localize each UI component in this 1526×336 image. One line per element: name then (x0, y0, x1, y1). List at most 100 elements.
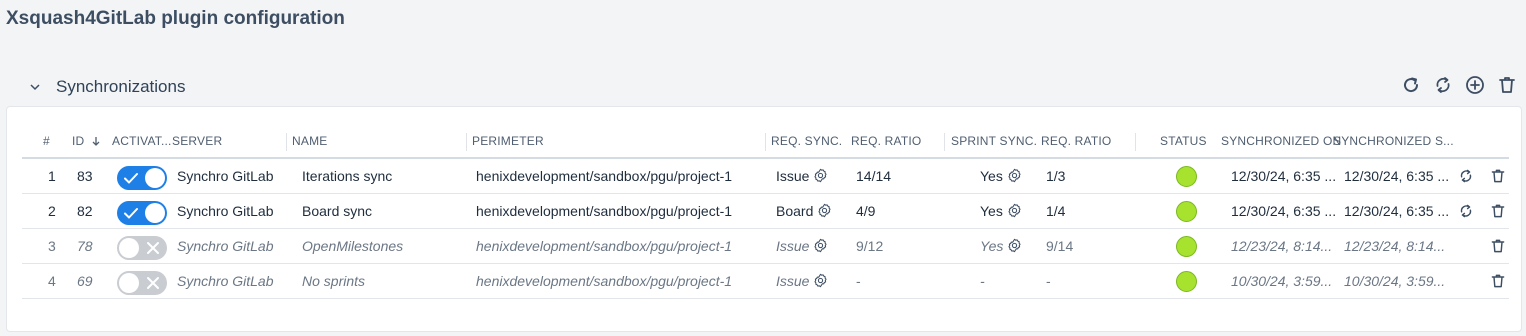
delete-icon[interactable] (1496, 74, 1518, 96)
cell-sprint-sync: Yes (980, 168, 1022, 184)
cell-name: OpenMilestones (302, 238, 404, 254)
cell-synchronized-s: 12/30/24, 6:35 ... (1344, 203, 1450, 219)
cell-synchronized-s: 10/30/24, 3:59... (1344, 273, 1446, 289)
close-icon (145, 275, 161, 291)
table-body: 1 83 Synchro GitLab Iterations sync henixdev… (22, 159, 1509, 299)
toggle-knob (145, 168, 165, 188)
header-name[interactable]: NAME (292, 134, 327, 148)
activation-toggle[interactable] (117, 236, 167, 260)
cell-name: Board sync (302, 203, 373, 219)
cell-req-ratio-2: 9/14 (1046, 238, 1074, 254)
cell-sprint-sync: Yes (980, 203, 1022, 219)
toggle-knob (119, 273, 139, 293)
delete-icon[interactable] (1490, 203, 1506, 219)
cell-server: Synchro GitLab (177, 203, 274, 219)
cell-index: 4 (48, 273, 56, 289)
cell-synchronized-on: 12/30/24, 6:35 ... (1231, 168, 1337, 184)
table-row[interactable]: 2 82 Synchro GitLab Board sync henixdevelopm… (22, 194, 1509, 229)
page-title: Xsquash4GitLab plugin configuration (6, 8, 345, 29)
header-perimeter[interactable]: PERIMETER (472, 134, 544, 148)
header-req-ratio-2[interactable]: REQ. RATIO (1041, 134, 1111, 148)
cell-perimeter: henixdevelopment/sandbox/pgu/project-1 (476, 273, 733, 289)
header-synchronized-s[interactable]: SYNCHRONIZED S... (1333, 134, 1454, 148)
gear-icon[interactable] (813, 168, 828, 183)
section-title: Synchronizations (56, 77, 186, 96)
sync-icon[interactable] (1458, 168, 1474, 184)
cell-index: 2 (48, 203, 56, 219)
synchronizations-table: # ID ACTIVAT... SERVER NAME PERIMETER RE… (22, 125, 1509, 299)
cell-id: 78 (77, 238, 93, 254)
header-synchronized-on[interactable]: SYNCHRONIZED ON (1221, 134, 1341, 148)
cell-req-ratio-2: 1/3 (1046, 168, 1066, 184)
cell-synchronized-on: 12/30/24, 6:35 ... (1231, 203, 1337, 219)
cell-synchronized-on: 10/30/24, 3:59... (1231, 273, 1333, 289)
toggle-knob (119, 238, 139, 258)
chevron-down-icon[interactable] (28, 80, 42, 94)
cell-perimeter: henixdevelopment/sandbox/pgu/project-1 (476, 168, 733, 184)
refresh-icon[interactable] (1400, 74, 1422, 96)
gear-icon[interactable] (817, 203, 832, 218)
gear-icon[interactable] (813, 273, 828, 288)
close-icon (145, 240, 161, 256)
cell-server: Synchro GitLab (177, 273, 274, 289)
cell-perimeter: henixdevelopment/sandbox/pgu/project-1 (476, 203, 733, 219)
delete-icon[interactable] (1490, 273, 1506, 289)
add-icon[interactable] (1464, 74, 1486, 96)
header-server[interactable]: SERVER (172, 134, 222, 148)
header-req-sync[interactable]: REQ. SYNC. (771, 134, 842, 148)
status-indicator (1176, 201, 1197, 222)
header-status[interactable]: STATUS (1160, 134, 1207, 148)
cell-id: 82 (77, 203, 93, 219)
check-icon (123, 205, 139, 221)
header-id[interactable]: ID (72, 134, 101, 148)
header-activated[interactable]: ACTIVAT... (112, 134, 172, 148)
activation-toggle[interactable] (117, 166, 167, 190)
column-divider[interactable] (1135, 133, 1136, 151)
cell-synchronized-on: 12/23/24, 8:14... (1231, 238, 1333, 254)
cell-req-ratio: 9/12 (856, 238, 884, 254)
cell-name: Iterations sync (302, 168, 393, 184)
cell-req-ratio-2: 1/4 (1046, 203, 1066, 219)
cell-name: No sprints (302, 273, 366, 289)
header-req-ratio[interactable]: REQ. RATIO (851, 134, 921, 148)
gear-icon[interactable] (1007, 238, 1022, 253)
delete-icon[interactable] (1490, 238, 1506, 254)
sync-icon[interactable] (1458, 203, 1474, 219)
gear-icon[interactable] (1007, 168, 1022, 183)
cell-req-sync: Issue (776, 238, 828, 254)
gear-icon[interactable] (813, 238, 828, 253)
column-divider[interactable] (466, 133, 467, 151)
sync-all-icon[interactable] (1432, 74, 1454, 96)
table-row[interactable]: 3 78 Synchro GitLab OpenMilestones henixdeve… (22, 229, 1509, 264)
cell-index: 3 (48, 238, 56, 254)
section-header[interactable]: Synchronizations (28, 76, 185, 98)
cell-index: 1 (48, 168, 56, 184)
cell-sprint-sync: Yes (980, 238, 1022, 254)
status-indicator (1176, 166, 1197, 187)
cell-req-sync: Issue (776, 168, 828, 184)
activation-toggle[interactable] (117, 271, 167, 295)
cell-req-ratio-2: - (1046, 273, 1051, 289)
header-index[interactable]: # (43, 134, 50, 148)
table-row[interactable]: 1 83 Synchro GitLab Iterations sync henixdev… (22, 159, 1509, 194)
cell-req-ratio: 4/9 (856, 203, 876, 219)
cell-perimeter: henixdevelopment/sandbox/pgu/project-1 (476, 238, 733, 254)
toggle-knob (145, 203, 165, 223)
section-toolbar (1400, 74, 1518, 96)
cell-synchronized-s: 12/23/24, 8:14... (1344, 238, 1446, 254)
delete-icon[interactable] (1490, 168, 1506, 184)
cell-req-ratio: 14/14 (856, 168, 892, 184)
gear-icon[interactable] (1007, 203, 1022, 218)
table-header: # ID ACTIVAT... SERVER NAME PERIMETER RE… (22, 125, 1509, 159)
column-divider[interactable] (765, 133, 766, 151)
synchronizations-panel: # ID ACTIVAT... SERVER NAME PERIMETER RE… (6, 106, 1522, 332)
column-divider[interactable] (944, 133, 945, 151)
column-divider[interactable] (286, 133, 287, 151)
table-row[interactable]: 4 69 Synchro GitLab No sprints henixdevelopm… (22, 264, 1509, 299)
cell-req-ratio: - (856, 273, 861, 289)
check-icon (123, 170, 139, 186)
cell-sprint-sync: - (980, 273, 985, 289)
activation-toggle[interactable] (117, 201, 167, 225)
header-sprint-sync[interactable]: SPRINT SYNC. (951, 134, 1037, 148)
cell-req-sync: Board (776, 203, 832, 219)
